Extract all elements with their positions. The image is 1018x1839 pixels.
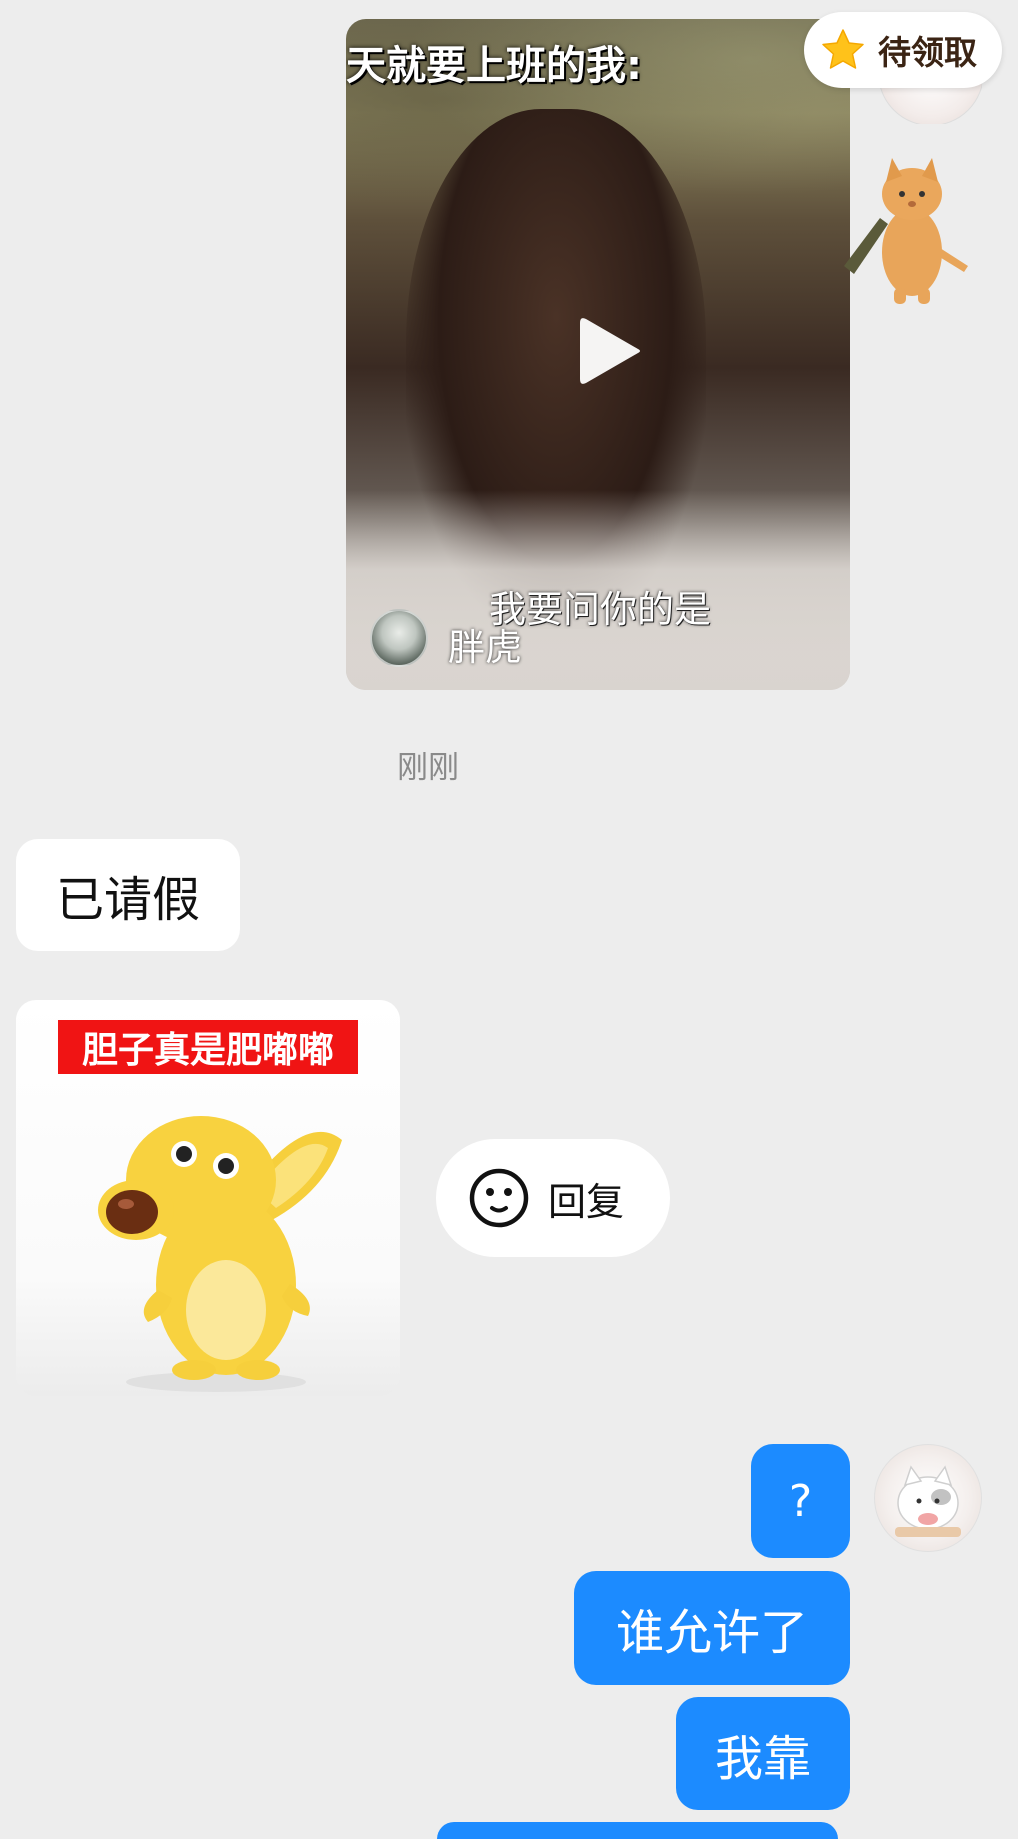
outgoing-bubble-partial[interactable] — [437, 1822, 838, 1839]
video-subtitle: 我要问你的是 — [489, 588, 711, 631]
timestamp: 刚刚 — [397, 750, 459, 786]
sticker-caption: 胆子真是肥嘟嘟 — [58, 1020, 358, 1074]
video-message[interactable]: 天就要上班的我: 我要问你的是 胖虎 — [346, 19, 850, 690]
pending-reward-label: 待领取 — [878, 33, 977, 72]
smile-icon — [469, 1168, 529, 1228]
chat-window: 天就要上班的我: 我要问你的是 胖虎 待领取 刚刚 已请假 胆子真是肥嘟嘟 回复… — [0, 0, 1018, 1839]
outgoing-text-bubble[interactable]: 谁允许了 — [574, 1571, 850, 1685]
cartoon-cat-avatar-icon — [895, 1465, 961, 1537]
incoming-text-bubble[interactable]: 已请假 — [16, 839, 240, 951]
reply-label: 回复 — [548, 1179, 625, 1224]
yellow-dog-sticker-icon — [98, 1116, 342, 1392]
star-icon — [822, 29, 864, 69]
author-avatar[interactable] — [370, 609, 428, 667]
my-avatar[interactable] — [874, 1444, 982, 1552]
outgoing-text-bubble[interactable]: 我靠 — [676, 1697, 850, 1810]
author-name: 胖虎 — [448, 626, 522, 669]
video-top-caption: 天就要上班的我: — [346, 43, 642, 89]
cat-sticker-icon — [844, 158, 968, 304]
pending-reward-button[interactable]: 待领取 — [804, 12, 1002, 88]
outgoing-text-bubble[interactable]: ? — [751, 1444, 850, 1558]
play-icon[interactable] — [568, 311, 648, 391]
reply-button[interactable]: 回复 — [436, 1139, 670, 1257]
incoming-sticker[interactable]: 胆子真是肥嘟嘟 — [16, 1000, 400, 1396]
